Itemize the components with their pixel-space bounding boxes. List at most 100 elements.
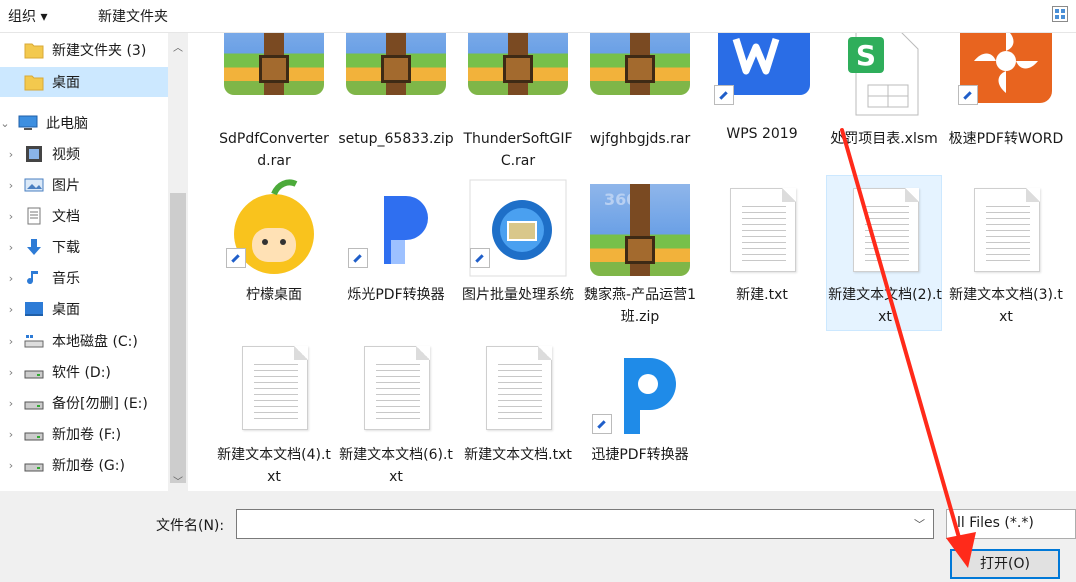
download-icon (24, 238, 44, 256)
file-item[interactable]: 新建文本文档(6).txt (338, 338, 454, 488)
rar-archive-icon: 360 (590, 33, 690, 95)
file-item[interactable]: 新建文本文档.txt (460, 338, 576, 488)
rar-archive-icon: 360 (468, 33, 568, 95)
music-icon (24, 269, 44, 287)
nav-expand-arrow[interactable]: › (6, 428, 16, 441)
nav-expand-arrow[interactable]: › (6, 148, 16, 161)
nav-label: 软件 (D:) (52, 365, 111, 381)
nav-scrollbar[interactable]: ︿ ﹀ (168, 33, 188, 491)
text-file-icon (712, 188, 812, 280)
shortcut-arrow-icon (958, 85, 978, 105)
image-batch-app-icon (468, 178, 568, 277)
rar-archive-icon: 360 (224, 33, 324, 95)
shortcut-arrow-icon (348, 248, 368, 268)
file-item[interactable]: 迅捷PDF转换器 (582, 338, 698, 488)
file-type-select[interactable]: ll Files (*.*) (946, 509, 1076, 539)
folder-icon (24, 41, 44, 59)
file-name: 处罚项目表.xlsm (830, 131, 938, 147)
file-list: 360 SdPdfConverterd.rar 360 setup_65833.… (192, 33, 1076, 491)
nav-item-downloads[interactable]: › 下载 (0, 232, 168, 262)
new-folder-button[interactable]: 新建文件夹 (98, 6, 168, 26)
nav-item-music[interactable]: › 音乐 (0, 263, 168, 293)
file-item[interactable]: 360 setup_65833.zip (338, 33, 454, 183)
text-file-icon (835, 188, 935, 280)
file-name: 迅捷PDF转换器 (591, 447, 689, 463)
file-item[interactable]: 柠檬桌面 (216, 178, 332, 328)
nav-expand-arrow[interactable]: › (6, 459, 16, 472)
documents-icon (24, 207, 44, 225)
nav-expand-arrow[interactable]: › (6, 179, 16, 192)
file-name: 烁光PDF转换器 (347, 287, 445, 303)
organize-menu-button[interactable]: 组织 ▾ (8, 6, 47, 26)
chevron-down-icon[interactable]: ﹀ (914, 516, 925, 532)
scroll-up-icon[interactable]: ︿ (173, 39, 183, 54)
file-item[interactable]: 新建.txt (704, 178, 820, 328)
scroll-down-icon[interactable]: ﹀ (173, 473, 183, 488)
nav-item-drive-d[interactable]: › 软件 (D:) (0, 357, 168, 387)
nav-expand-arrow[interactable]: › (6, 241, 16, 254)
lemon-desktop-app-icon (224, 178, 324, 274)
nav-expand-arrow[interactable]: ⌄ (0, 117, 10, 130)
nav-item-drive-f[interactable]: › 新加卷 (F:) (0, 419, 168, 449)
file-item[interactable]: 极速PDF转WORD (948, 33, 1064, 183)
shortcut-arrow-icon (714, 85, 734, 105)
file-item[interactable]: 360 ThunderSoftGIFC.rar (460, 33, 576, 183)
drive-icon (24, 363, 44, 381)
file-item[interactable]: 图片批量处理系统 (460, 178, 576, 328)
file-name: 极速PDF转WORD (948, 131, 1064, 147)
nav-item-videos[interactable]: › 视频 (0, 139, 168, 169)
file-name: 新建文本文档(6).txt (339, 447, 453, 485)
xunjie-pdf-app-icon (590, 344, 690, 436)
nav-label: 本地磁盘 (C:) (52, 334, 138, 350)
nav-expand-arrow[interactable]: › (6, 272, 16, 285)
file-item[interactable]: 360 wjfghbgjds.rar (582, 33, 698, 183)
shortcut-arrow-icon (592, 414, 612, 434)
nav-item-new-folder-3[interactable]: 新建文件夹 (3) (0, 35, 168, 65)
file-item[interactable]: 360 魏家燕-产品运营1班.zip (582, 178, 698, 328)
video-icon (24, 145, 44, 163)
nav-label: 此电脑 (46, 116, 88, 132)
open-button[interactable]: 打开(O) (950, 549, 1060, 579)
nav-item-drive-e[interactable]: › 备份[勿删] (E:) (0, 388, 168, 418)
nav-label: 视频 (52, 147, 80, 163)
file-item[interactable]: 360 SdPdfConverterd.rar (216, 33, 332, 183)
pictures-icon (24, 176, 44, 194)
scrollbar-thumb[interactable] (170, 193, 186, 483)
file-name: wjfghbgjds.rar (589, 131, 691, 147)
file-item[interactable]: 新建文本文档(4).txt (216, 338, 332, 488)
file-item-selected[interactable]: 新建文本文档(2).txt (826, 175, 942, 331)
zip-archive-icon: 360 (346, 33, 446, 95)
nav-expand-arrow[interactable]: › (6, 397, 16, 410)
nav-label: 新建文件夹 (3) (52, 43, 147, 59)
shortcut-arrow-icon (226, 248, 246, 268)
nav-expand-arrow[interactable]: › (6, 366, 16, 379)
shortcut-arrow-icon (470, 248, 490, 268)
file-name: 新建文本文档(4).txt (217, 447, 331, 485)
nav-expand-arrow[interactable]: › (6, 210, 16, 223)
nav-item-this-pc[interactable]: ⌄ 此电脑 (0, 108, 168, 138)
nav-label: 桌面 (52, 75, 80, 91)
file-item[interactable]: 烁光PDF转换器 (338, 178, 454, 328)
text-file-icon (224, 346, 324, 438)
file-item[interactable]: S 处罚项目表.xlsm (826, 33, 942, 183)
nav-item-pictures[interactable]: › 图片 (0, 170, 168, 200)
nav-item-drive-c[interactable]: › 本地磁盘 (C:) (0, 326, 168, 356)
file-name: 魏家燕-产品运营1班.zip (584, 287, 696, 325)
nav-item-documents[interactable]: › 文档 (0, 201, 168, 231)
folder-icon (24, 73, 44, 91)
nav-label: 新加卷 (F:) (52, 427, 122, 443)
nav-expand-arrow[interactable]: › (6, 303, 16, 316)
view-options-icon[interactable] (1052, 6, 1068, 22)
nav-item-desktop[interactable]: › 桌面 (0, 294, 168, 324)
nav-label: 文档 (52, 209, 80, 225)
file-item[interactable]: WPS 2019 (704, 33, 820, 183)
file-item[interactable]: 新建文本文档(3).txt (948, 178, 1064, 328)
nav-item-desktop-folder[interactable]: 桌面 (0, 67, 168, 97)
text-file-icon (956, 188, 1056, 280)
text-file-icon (346, 346, 446, 438)
nav-expand-arrow[interactable]: › (6, 335, 16, 348)
pdf-word-app-icon (956, 33, 1056, 107)
nav-label: 备份[勿删] (E:) (52, 396, 148, 412)
nav-item-drive-g[interactable]: › 新加卷 (G:) (0, 450, 168, 480)
filename-input[interactable]: ﹀ (236, 509, 934, 539)
